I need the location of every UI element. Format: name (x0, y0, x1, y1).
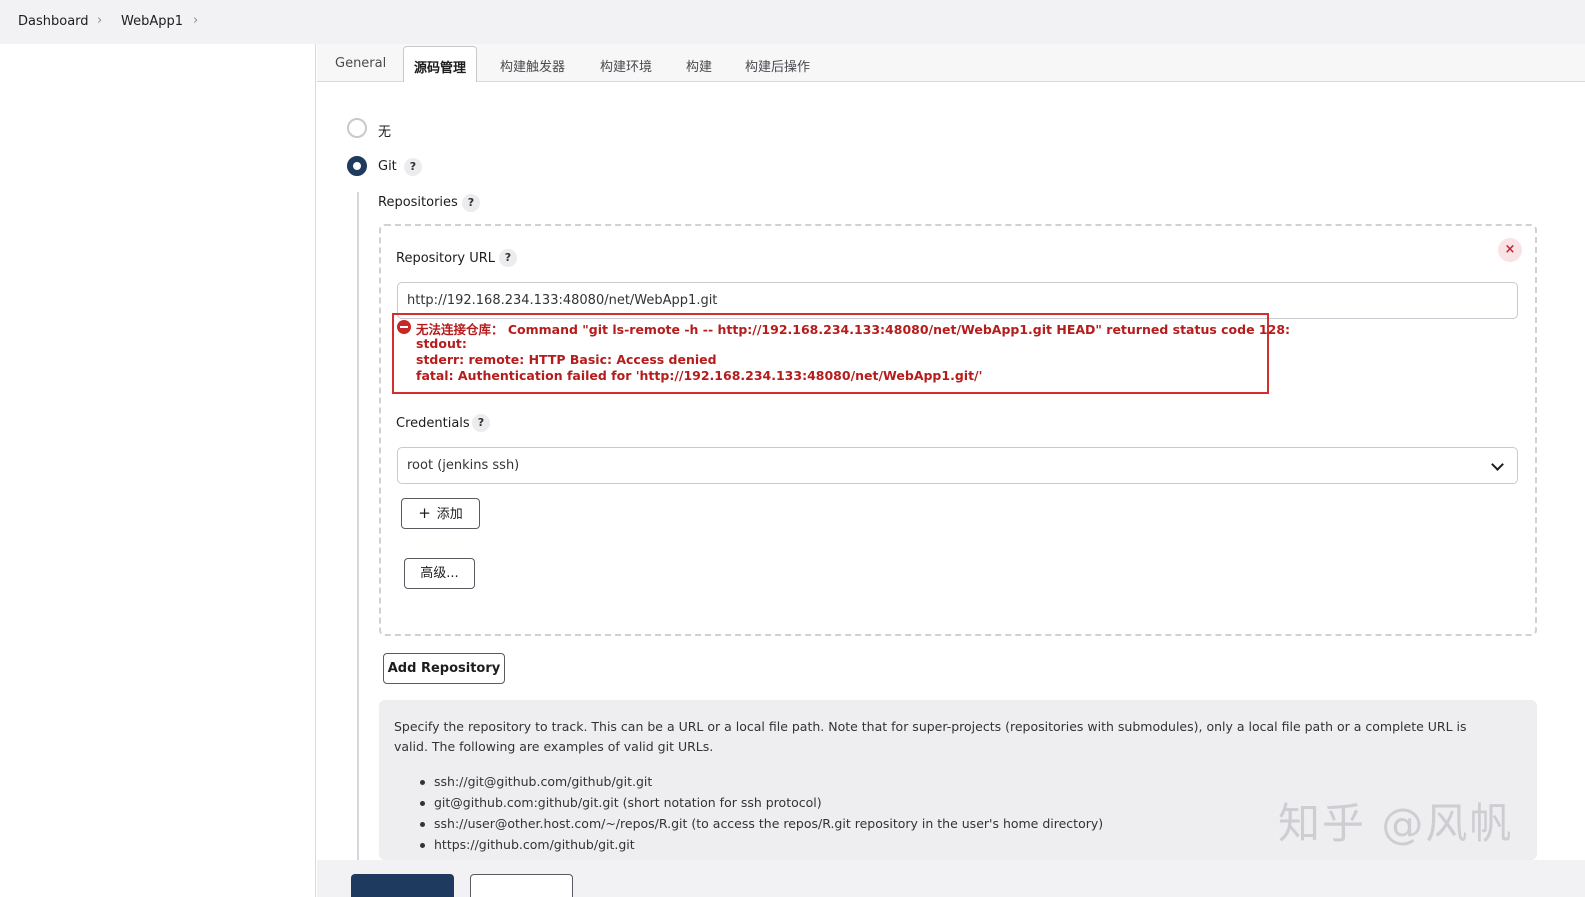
tab-triggers[interactable]: 构建触发器 (500, 56, 565, 75)
radio-git[interactable] (347, 156, 367, 176)
help-example: ssh://user@other.host.com/~/repos/R.git … (434, 816, 1104, 831)
breadcrumb-bar: Dashboard › WebApp1 › (0, 0, 1585, 44)
error-icon (397, 320, 411, 334)
help-icon[interactable]: ? (462, 194, 480, 212)
bullet-icon (420, 801, 425, 806)
error-message-line: 无法连接仓库： Command "git ls-remote -h -- htt… (416, 322, 1291, 337)
chevron-right-icon[interactable]: › (193, 13, 198, 28)
add-credentials-button[interactable]: + 添加 (401, 498, 480, 529)
git-section-divider (357, 192, 359, 860)
bullet-icon (420, 822, 425, 827)
help-icon[interactable]: ? (472, 414, 490, 432)
radio-none-label: 无 (378, 125, 392, 140)
plus-icon: + (418, 504, 431, 522)
apply-button[interactable] (470, 874, 573, 897)
bullet-icon (420, 843, 425, 848)
chevron-right-icon: › (97, 13, 103, 28)
bullet-icon (420, 780, 425, 785)
help-icon[interactable]: ? (499, 249, 517, 267)
credentials-label: Credentials (396, 416, 470, 431)
repositories-label: Repositories (378, 195, 458, 210)
save-button[interactable] (351, 874, 454, 897)
help-example: https://github.com/github/git.git (434, 837, 635, 852)
watermark: 知乎 @风帆 (1278, 799, 1514, 848)
breadcrumb-webapp1[interactable]: WebApp1 (121, 14, 183, 29)
credentials-select[interactable]: root (jenkins ssh) (397, 447, 1518, 484)
tab-general[interactable]: General (335, 56, 386, 71)
radio-none[interactable] (347, 118, 367, 138)
error-message-line: stdout: (416, 336, 467, 351)
error-message-line: stderr: remote: HTTP Basic: Access denie… (416, 352, 717, 367)
advanced-button[interactable]: 高级... (404, 558, 475, 589)
tab-scm[interactable]: 源码管理 (403, 46, 478, 83)
help-example: git@github.com:github/git.git (short not… (434, 795, 822, 810)
add-repository-button[interactable]: Add Repository (383, 653, 505, 684)
repo-url-label: Repository URL (396, 251, 496, 266)
error-message-line: fatal: Authentication failed for 'http:/… (416, 368, 983, 383)
help-example: ssh://git@github.com/github/git.git (434, 774, 653, 789)
help-paragraph: Specify the repository to track. This ca… (394, 719, 1467, 754)
tab-environment[interactable]: 构建环境 (600, 56, 652, 75)
breadcrumb-dashboard[interactable]: Dashboard (18, 14, 89, 29)
sidebar (0, 44, 316, 897)
add-credentials-label: 添加 (436, 507, 463, 522)
config-tabs: General 源码管理 构建触发器 构建环境 构建 构建后操作 (317, 44, 1585, 83)
close-icon[interactable]: × (1498, 238, 1522, 262)
tab-post-build[interactable]: 构建后操作 (745, 56, 810, 75)
tab-build[interactable]: 构建 (686, 56, 712, 75)
help-icon[interactable]: ? (404, 158, 422, 176)
radio-git-label: Git (378, 159, 397, 174)
